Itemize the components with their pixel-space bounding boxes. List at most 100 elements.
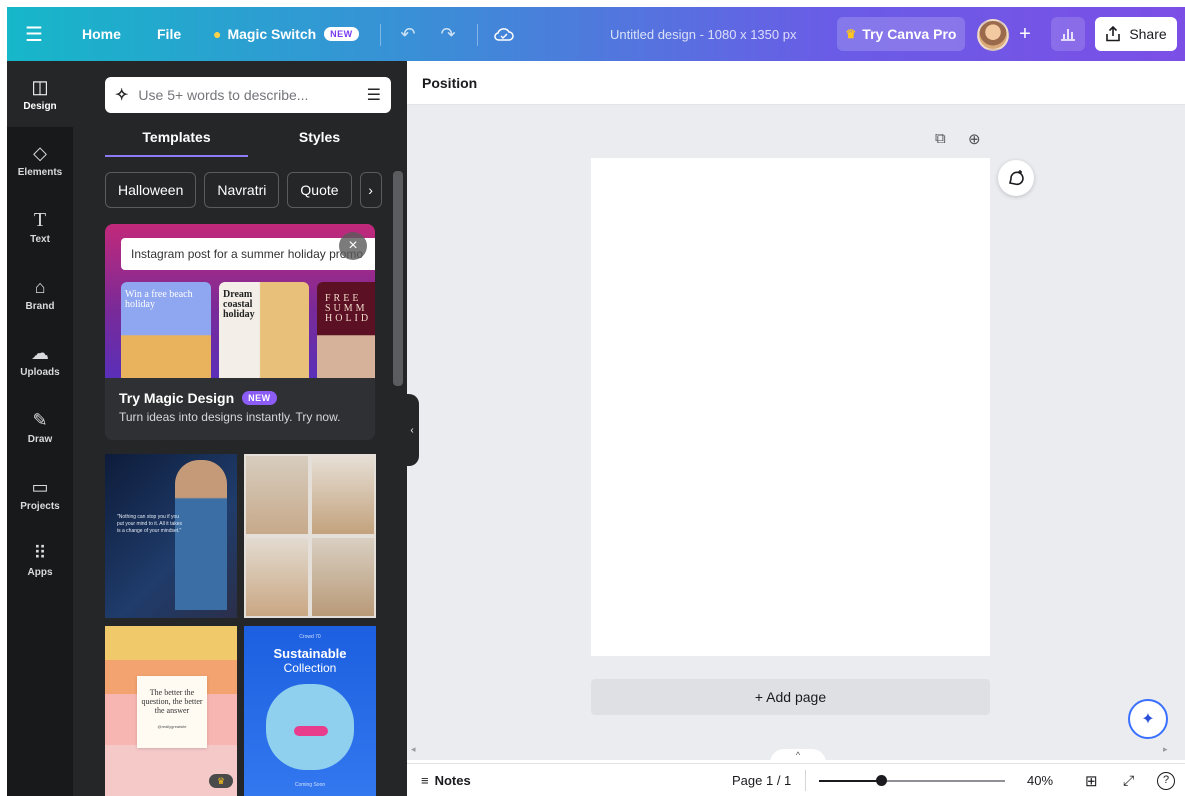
divider <box>477 24 478 46</box>
template-thumbnail[interactable]: The better the question, the better the … <box>105 626 237 796</box>
chevron-right-icon[interactable]: › <box>359 172 382 208</box>
magic-prompt-text: Instagram post for a summer holiday prom… <box>121 238 375 270</box>
avatar[interactable] <box>977 19 1009 51</box>
text-icon: T <box>33 208 47 231</box>
redo-icon[interactable]: ↷ <box>435 7 461 61</box>
cloud-saved-icon[interactable] <box>491 7 517 61</box>
collapse-panel-icon[interactable]: ‹ <box>405 394 419 466</box>
shoe-shape <box>294 726 328 736</box>
magic-assistant-icon[interactable]: ✦ <box>1128 699 1168 739</box>
try-canva-pro-label: Try Canva Pro <box>862 26 957 42</box>
tab-styles[interactable]: Styles <box>248 129 391 159</box>
magic-card-text: Dream coastal holiday <box>223 289 255 320</box>
magic-switch-icon: ● <box>213 26 222 42</box>
rail-label: Draw <box>27 433 53 445</box>
context-toolbar: Position <box>407 61 1185 105</box>
template-quote: "Nothing can stop you if you put your mi… <box>117 514 183 534</box>
category-chips: Halloween Navratri Quote › <box>105 172 382 208</box>
rail-label: Apps <box>27 566 53 578</box>
notes-button[interactable]: ≡ Notes <box>421 764 471 796</box>
panel-scrollbar[interactable] <box>391 159 405 796</box>
add-collaborator-icon[interactable]: + <box>1015 7 1035 61</box>
tab-templates[interactable]: Templates <box>105 129 248 157</box>
add-page-icon[interactable]: ⊕ <box>968 130 981 148</box>
chip-halloween[interactable]: Halloween <box>105 172 197 208</box>
chip-quote[interactable]: Quote <box>287 172 352 208</box>
try-canva-pro-button[interactable]: ♛ Try Canva Pro <box>837 17 965 51</box>
duplicate-page-icon[interactable]: ⧉ <box>935 130 946 147</box>
new-badge: NEW <box>242 391 277 405</box>
magic-switch-button[interactable]: ● Magic Switch NEW <box>213 7 359 61</box>
close-icon[interactable]: × <box>339 232 367 260</box>
magic-preview-card: Dream coastal holiday <box>219 282 309 378</box>
template-thumbnail[interactable] <box>244 454 376 618</box>
rail-label: Elements <box>17 166 63 178</box>
magic-preview-card: FREE SUMM HOLID <box>317 282 375 378</box>
zoom-level[interactable]: 40% <box>1027 764 1053 796</box>
template-thumbnail[interactable]: "Nothing can stop you if you put your mi… <box>105 454 237 618</box>
insights-icon[interactable] <box>1051 17 1085 51</box>
menu-icon[interactable]: ☰ <box>25 7 43 61</box>
magic-design-card[interactable]: Instagram post for a summer holiday prom… <box>105 224 375 440</box>
photo-tile <box>246 456 308 534</box>
canva-editor: ☰ Home File ● Magic Switch NEW ↶ ↷ Untit… <box>0 0 1185 796</box>
file-menu[interactable]: File <box>157 7 181 61</box>
fullscreen-icon[interactable]: ⤢ <box>1123 764 1134 796</box>
design-title[interactable]: Untitled design - 1080 x 1350 px <box>610 7 796 61</box>
photo-tile <box>312 456 374 534</box>
share-label: Share <box>1129 26 1167 42</box>
magic-design-info: Try Magic Design NEW Turn ideas into des… <box>105 378 375 440</box>
page-indicator[interactable]: Page 1 / 1 <box>732 764 791 796</box>
template-search-input[interactable]: ✧ Use 5+ words to describe... ☰ <box>105 77 391 113</box>
rail-item-text[interactable]: T Text <box>7 194 73 260</box>
template-handle: @reallygreatsite <box>157 724 187 729</box>
bottom-bar: ≡ Notes Page 1 / 1 40% ⊞ ⤢ ? <box>407 763 1185 796</box>
pro-crown-icon: ♛ <box>209 774 233 788</box>
rail-item-uploads[interactable]: ☁ Uploads <box>7 327 73 393</box>
scroll-right-icon[interactable]: ▸ <box>1163 744 1168 755</box>
zoom-slider-handle[interactable] <box>876 775 887 786</box>
photo-tile <box>312 538 374 616</box>
help-icon[interactable]: ? <box>1157 764 1175 796</box>
left-rail: ◫ Design ◇ Elements T Text ⌂ Brand ☁ Upl… <box>7 61 73 796</box>
position-button[interactable]: Position <box>422 75 477 91</box>
rail-item-apps[interactable]: ⠿ Apps <box>7 527 73 593</box>
rail-label: Brand <box>25 300 55 312</box>
magic-card-text: FREE SUMM HOLID <box>325 293 372 324</box>
add-page-button[interactable]: + Add page <box>591 679 990 715</box>
chip-navratri[interactable]: Navratri <box>204 172 280 208</box>
photo-tile <box>246 538 308 616</box>
magic-search-icon: ✧ <box>115 87 129 104</box>
canvas-vertical-scrollbar[interactable] <box>1174 105 1185 747</box>
share-button[interactable]: Share <box>1095 17 1177 51</box>
comment-icon[interactable] <box>998 160 1034 196</box>
rail-item-brand[interactable]: ⌂ Brand <box>7 261 73 327</box>
rail-label: Uploads <box>20 366 60 378</box>
template-thumbnail[interactable]: Crowd 70 Sustainable Collection Coming S… <box>244 626 376 796</box>
grid-view-icon[interactable]: ⊞ <box>1085 764 1098 796</box>
template-title: Sustainable <box>273 646 347 661</box>
design-page[interactable] <box>591 158 990 656</box>
rail-item-projects[interactable]: ▭ Projects <box>7 461 73 527</box>
rail-item-draw[interactable]: ✎ Draw <box>7 394 73 460</box>
rail-item-design[interactable]: ◫ Design <box>7 61 73 127</box>
search-placeholder: Use 5+ words to describe... <box>138 87 309 103</box>
filter-icon[interactable]: ☰ <box>367 85 381 105</box>
magic-preview-card: Win a free beach holiday <box>121 282 211 378</box>
chevron-up-icon[interactable]: ^ <box>770 749 826 763</box>
elements-icon: ◇ <box>33 142 47 163</box>
templates-panel: ✧ Use 5+ words to describe... ☰ Template… <box>91 61 407 796</box>
magic-card-text: Win a free beach holiday <box>125 289 193 310</box>
scroll-thumb[interactable] <box>393 171 403 386</box>
rail-scrollbar[interactable] <box>73 61 91 796</box>
rail-item-elements[interactable]: ◇ Elements <box>7 127 73 193</box>
magic-design-title: Try Magic Design <box>119 390 235 406</box>
zoom-slider-fill <box>819 780 881 782</box>
undo-icon[interactable]: ↶ <box>395 7 421 61</box>
scroll-left-icon[interactable]: ◂ <box>411 744 416 755</box>
rail-label: Design <box>23 100 57 112</box>
share-icon <box>1106 26 1121 42</box>
home-link[interactable]: Home <box>82 7 121 61</box>
template-footer: Coming Soon <box>294 782 326 788</box>
magic-switch-label: Magic Switch <box>227 26 317 42</box>
